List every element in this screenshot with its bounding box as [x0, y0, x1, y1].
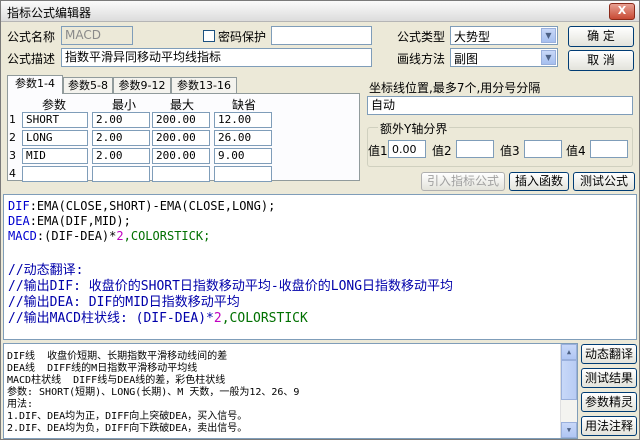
- ok-button[interactable]: 确 定: [568, 26, 634, 47]
- code-dif-expr: :EMA(CLOSE,SHORT)-EMA(CLOSE,LONG);: [29, 199, 276, 213]
- value2-field[interactable]: [456, 140, 494, 158]
- code-macd-color: ,COLORSTICK;: [123, 229, 211, 243]
- code-line-3: MACD:(DIF-DEA)*2,COLORSTICK;: [8, 229, 210, 243]
- comment-4-text: //输出MACD柱状线: (DIF-DEA)*: [8, 311, 214, 326]
- formula-code-editor[interactable]: DIF:EMA(CLOSE,SHORT)-EMA(CLOSE,LONG); DE…: [3, 194, 637, 340]
- tab-params-5-8[interactable]: 参数5-8: [63, 77, 113, 93]
- row-number: 1: [9, 113, 16, 126]
- row-number: 3: [9, 149, 16, 162]
- formula-desc-field[interactable]: 指数平滑异同移动平均线指标: [61, 48, 372, 67]
- window-title: 指标公式编辑器: [7, 6, 92, 20]
- value2-label: 值2: [432, 144, 452, 158]
- usage-note-button[interactable]: 用法注释: [581, 416, 637, 436]
- insert-function-button[interactable]: 插入函数: [509, 172, 569, 191]
- help-line: 2.DIF、DEA均为负，DIFF向下跌破DEA，卖出信号。: [7, 423, 248, 434]
- chevron-down-icon[interactable]: ▼: [541, 50, 556, 65]
- header-param: 参数: [41, 98, 66, 112]
- header-min: 最小: [111, 98, 136, 112]
- code-dea-expr: :EMA(DIF,MID);: [29, 214, 131, 228]
- formula-type-value: 大势型: [454, 30, 491, 44]
- dynamic-translate-button[interactable]: 动态翻译: [581, 344, 637, 364]
- tab-params-13-16[interactable]: 参数13-16: [171, 77, 237, 93]
- param-min-field[interactable]: 2.00: [92, 112, 150, 128]
- row-number: 4: [9, 167, 16, 180]
- param-name-field[interactable]: LONG: [22, 130, 88, 146]
- param-name-field[interactable]: MID: [22, 148, 88, 164]
- comment-4-color: ,COLORSTICK: [221, 311, 308, 326]
- scroll-up-icon[interactable]: ▲: [561, 344, 577, 360]
- param-default-field[interactable]: 26.00: [214, 130, 272, 146]
- value4-label: 值4: [566, 144, 586, 158]
- password-checkbox[interactable]: [203, 30, 215, 42]
- param-min-field[interactable]: 2.00: [92, 130, 150, 146]
- import-formula-button[interactable]: 引入指标公式: [421, 172, 505, 191]
- row-number: 2: [9, 131, 16, 144]
- formula-desc-label: 公式描述: [7, 52, 56, 66]
- comment-4-num: 2: [213, 311, 222, 326]
- param-name-field[interactable]: SHORT: [22, 112, 88, 128]
- test-result-button[interactable]: 测试结果: [581, 368, 637, 388]
- header-default: 缺省: [231, 98, 256, 112]
- param-wizard-button[interactable]: 参数精灵: [581, 392, 637, 412]
- formula-type-label: 公式类型: [397, 30, 446, 44]
- scroll-thumb[interactable]: [561, 360, 577, 400]
- value3-field[interactable]: [524, 140, 562, 158]
- formula-editor-window: 指标公式编辑器 X 公式名称 MACD 密码保护 公式类型 大势型 ▼ 确 定 …: [0, 0, 640, 440]
- title-bar[interactable]: 指标公式编辑器 X: [1, 1, 639, 22]
- code-line-1: DIF:EMA(CLOSE,SHORT)-EMA(CLOSE,LONG);: [8, 199, 275, 213]
- password-field[interactable]: [271, 26, 372, 45]
- code-dif: DIF: [8, 199, 30, 213]
- param-max-field[interactable]: [152, 166, 210, 182]
- draw-method-select[interactable]: 副图 ▼: [450, 48, 558, 67]
- coord-lines-field[interactable]: 自动: [367, 96, 633, 115]
- chevron-down-icon[interactable]: ▼: [541, 28, 556, 43]
- formula-type-select[interactable]: 大势型 ▼: [450, 26, 558, 45]
- cancel-button[interactable]: 取 消: [568, 50, 634, 71]
- param-max-field[interactable]: 200.00: [152, 148, 210, 164]
- draw-method-label: 画线方法: [397, 52, 446, 66]
- param-max-field[interactable]: 200.00: [152, 130, 210, 146]
- code-dea: DEA: [8, 214, 30, 228]
- draw-method-value: 副图: [454, 52, 479, 66]
- param-min-field[interactable]: 2.00: [92, 148, 150, 164]
- close-button[interactable]: X: [609, 3, 635, 20]
- test-formula-button[interactable]: 测试公式: [573, 172, 635, 191]
- help-line: 参数: SHORT(短期)、LONG(长期)、M 天数，一般为12、26、9: [7, 387, 300, 398]
- param-min-field[interactable]: [92, 166, 150, 182]
- code-macd-expr: :(DIF-DEA)*: [36, 229, 117, 243]
- code-line-2: DEA:EMA(DIF,MID);: [8, 214, 131, 228]
- formula-name-field[interactable]: MACD: [61, 26, 133, 45]
- comment-line-4: //输出MACD柱状线: (DIF-DEA)*2,COLORSTICK: [8, 307, 308, 326]
- code-macd: MACD: [8, 229, 37, 243]
- code-macd-num: 2: [116, 229, 124, 243]
- formula-name-label: 公式名称: [7, 30, 56, 44]
- coord-lines-label: 坐标线位置,最多7个,用分号分隔: [369, 81, 541, 95]
- value3-label: 值3: [500, 144, 520, 158]
- usage-notes-panel[interactable]: DIF线 收盘价短期、长期指数平滑移动线间的差 DEA线 DIFF线的M日指数平…: [3, 343, 578, 439]
- param-default-field[interactable]: [214, 166, 272, 182]
- param-name-field[interactable]: [22, 166, 88, 182]
- scroll-down-icon[interactable]: ▼: [561, 422, 577, 438]
- param-default-field[interactable]: 9.00: [214, 148, 272, 164]
- params-panel: 参数 最小 最大 缺省 1 SHORT 2.00 200.00 12.00 2 …: [7, 93, 360, 182]
- param-default-field[interactable]: 12.00: [214, 112, 272, 128]
- extra-y-axis-group: 额外Y轴分界 值1 0.00 值2 值3 值4: [367, 120, 633, 167]
- tab-params-9-12[interactable]: 参数9-12: [113, 77, 171, 93]
- value4-field[interactable]: [590, 140, 628, 158]
- help-scrollbar[interactable]: ▲ ▼: [560, 344, 577, 438]
- tab-params-1-4[interactable]: 参数1-4: [7, 75, 63, 94]
- value1-label: 值1: [368, 144, 388, 158]
- param-max-field[interactable]: 200.00: [152, 112, 210, 128]
- value1-field[interactable]: 0.00: [388, 140, 426, 158]
- extra-y-axis-title: 额外Y轴分界: [378, 120, 450, 137]
- password-label: 密码保护: [218, 30, 267, 44]
- header-max: 最大: [169, 98, 194, 112]
